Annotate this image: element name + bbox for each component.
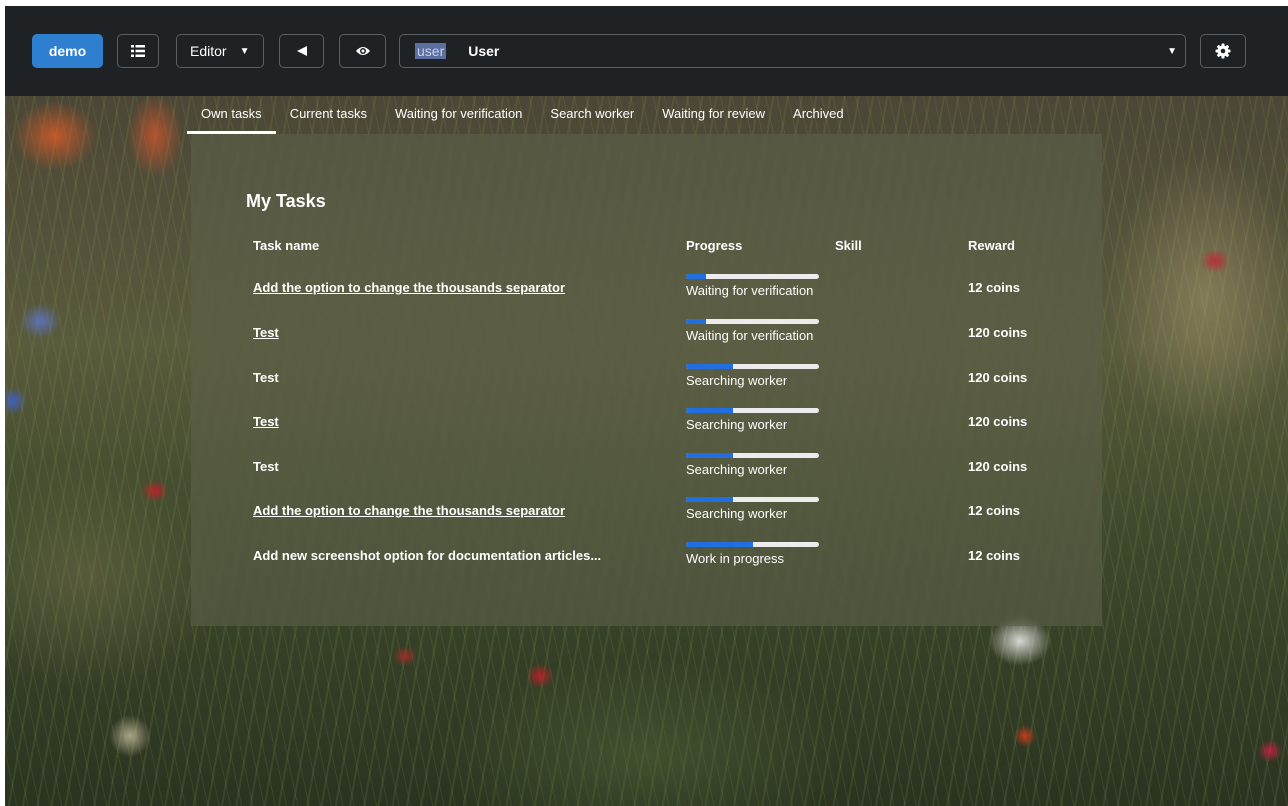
tasks-panel: My Tasks Task name Progress Skill Reward…	[191, 134, 1102, 626]
table-row: Test Searching worker 120 coins	[191, 362, 1102, 406]
task-name: Test	[253, 459, 279, 474]
task-status: Work in progress	[686, 551, 785, 566]
tab-current-tasks[interactable]: Current tasks	[276, 96, 381, 134]
task-reward: 120 coins	[968, 370, 1028, 385]
task-status: Searching worker	[686, 417, 788, 432]
back-button[interactable]	[279, 34, 324, 68]
tab-waiting-for-review[interactable]: Waiting for review	[648, 96, 779, 134]
task-reward: 12 coins	[968, 503, 1021, 518]
task-name[interactable]: Test	[253, 414, 279, 429]
username: user	[415, 43, 447, 59]
task-status: Waiting for verification	[686, 283, 814, 298]
progress-bar-fill	[686, 408, 733, 413]
table-row: Test Waiting for verification 120 coins	[191, 317, 1102, 361]
progress-bar	[686, 319, 819, 324]
task-reward: 120 coins	[968, 459, 1028, 474]
editor-dropdown[interactable]: Editor ▼	[176, 34, 264, 68]
progress-bar-fill	[686, 453, 733, 458]
task-reward: 120 coins	[968, 414, 1028, 429]
task-status: Searching worker	[686, 373, 788, 388]
task-name[interactable]: Add the option to change the thousands s…	[253, 503, 565, 518]
task-name: Add new screenshot option for documentat…	[253, 548, 602, 563]
editor-label: Editor	[190, 43, 227, 59]
progress-bar-fill	[686, 364, 733, 369]
gear-icon	[1215, 43, 1231, 59]
tab-waiting-for-verification[interactable]: Waiting for verification	[381, 96, 536, 134]
list-icon	[131, 44, 145, 58]
user-full-name: User	[468, 43, 500, 59]
task-reward: 12 coins	[968, 280, 1021, 295]
task-reward: 12 coins	[968, 548, 1021, 563]
preview-button[interactable]	[339, 34, 386, 68]
settings-button[interactable]	[1200, 34, 1246, 68]
table-row: Add new screenshot option for documentat…	[191, 540, 1102, 584]
progress-bar-fill	[686, 274, 706, 279]
table-row: Add the option to change the thousands s…	[191, 272, 1102, 316]
progress-bar	[686, 542, 819, 547]
eye-icon	[355, 45, 371, 57]
progress-bar-fill	[686, 542, 753, 547]
progress-bar-fill	[686, 497, 733, 502]
tab-own-tasks[interactable]: Own tasks	[187, 96, 276, 134]
user-select[interactable]: user User ▼	[399, 34, 1186, 68]
demo-button[interactable]: demo	[32, 34, 103, 68]
progress-bar	[686, 453, 819, 458]
progress-bar	[686, 408, 819, 413]
task-status: Searching worker	[686, 462, 788, 477]
column-header-progress: Progress	[686, 238, 743, 253]
page-title: My Tasks	[246, 191, 326, 211]
tab-search-worker[interactable]: Search worker	[536, 96, 648, 134]
table-row: Test Searching worker 120 coins	[191, 451, 1102, 495]
task-status: Waiting for verification	[686, 328, 814, 343]
app-window: demo Editor ▼ user User ▼ Own tasks Curr…	[5, 6, 1288, 806]
table-row: Add the option to change the thousands s…	[191, 495, 1102, 539]
progress-bar	[686, 497, 819, 502]
progress-bar-fill	[686, 319, 706, 324]
progress-bar	[686, 364, 819, 369]
top-navbar: demo Editor ▼ user User ▼	[5, 6, 1288, 96]
column-header-reward: Reward	[968, 238, 1015, 253]
task-name[interactable]: Add the option to change the thousands s…	[253, 280, 565, 295]
task-tabs: Own tasks Current tasks Waiting for veri…	[187, 96, 858, 134]
table-row: Test Searching worker 120 coins	[191, 406, 1102, 450]
column-header-skill: Skill	[835, 238, 862, 253]
caret-down-icon: ▼	[1167, 45, 1177, 57]
task-name[interactable]: Test	[253, 325, 279, 340]
back-arrow-icon	[296, 45, 308, 57]
column-header-task-name: Task name	[253, 238, 320, 253]
progress-bar	[686, 274, 819, 279]
list-button[interactable]	[117, 34, 159, 68]
task-status: Searching worker	[686, 506, 788, 521]
task-name: Test	[253, 370, 279, 385]
tab-archived[interactable]: Archived	[779, 96, 858, 134]
task-reward: 120 coins	[968, 325, 1028, 340]
caret-down-icon: ▼	[239, 45, 250, 57]
